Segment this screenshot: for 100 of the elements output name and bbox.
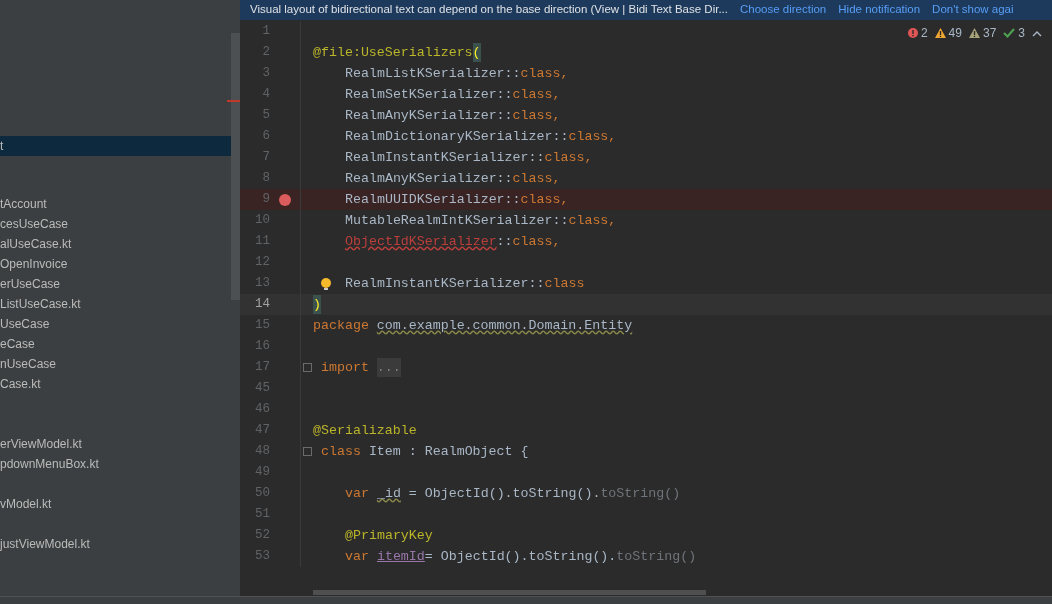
code-token: @file:UseSerializers <box>313 43 473 62</box>
line-number: 5 <box>261 107 270 125</box>
code-token: class <box>321 442 361 461</box>
line-number: 4 <box>261 86 270 104</box>
file-tree-item[interactable]: cesUseCase <box>0 214 231 234</box>
code-token: RealmSetKSerializer:: <box>345 85 513 104</box>
code-token: class <box>568 127 609 146</box>
line-number: 12 <box>254 254 270 272</box>
warning-icon <box>968 28 980 38</box>
line-number: 11 <box>254 233 270 251</box>
code-token: class <box>520 64 561 83</box>
file-tree-item[interactable]: UseCase <box>0 314 231 334</box>
inspection-count[interactable]: 49 <box>948 24 962 42</box>
code-token: class <box>520 190 561 209</box>
line-number: 7 <box>261 149 270 167</box>
code-token: , <box>552 85 561 104</box>
line-number: 9 <box>261 191 270 209</box>
code-token: , <box>584 148 593 167</box>
code-token: :: <box>496 232 513 251</box>
code-token: RealmUUIDKSerializer:: <box>345 190 521 209</box>
error-icon <box>907 28 918 38</box>
code-token: ) <box>313 294 321 315</box>
line-number: 6 <box>261 128 270 146</box>
code-token: com.example.common.Domain.Entity <box>376 316 633 335</box>
code-token: class <box>512 106 553 125</box>
line-number: 49 <box>254 464 270 482</box>
file-tree-item[interactable]: tAccount <box>0 194 231 214</box>
code-token: = ObjectId().toString(). <box>407 484 601 503</box>
inspection-count[interactable]: 2 <box>920 24 928 42</box>
line-number: 3 <box>261 65 270 83</box>
code-token: RealmInstantKSerializer:: <box>345 148 545 167</box>
code-token: @Serializable <box>313 421 417 440</box>
inspection-count[interactable]: 37 <box>982 24 997 42</box>
chevron-up-icon[interactable] <box>1032 29 1042 37</box>
line-number: 8 <box>261 170 270 188</box>
file-tree-item[interactable]: alUseCase.kt <box>0 234 231 254</box>
code-token: package <box>313 316 370 335</box>
file-tree-item[interactable]: justViewModel.kt <box>0 534 231 554</box>
code-token: RealmAnyKSerializer:: <box>345 169 513 188</box>
notification-link[interactable]: Hide notification <box>838 1 921 19</box>
scrollbar-thumb[interactable] <box>231 33 240 300</box>
code-token: @PrimaryKey <box>345 526 433 545</box>
code-token: RealmInstantKSerializer:: <box>345 274 545 293</box>
lightbulb-icon[interactable] <box>319 276 333 291</box>
code-token: , <box>608 127 617 146</box>
check-icon <box>1003 28 1016 38</box>
error-stripe-mark <box>227 100 240 102</box>
code-token: , <box>608 211 617 230</box>
fold-icon[interactable] <box>302 363 312 372</box>
file-tree-item[interactable]: erUseCase <box>0 274 231 294</box>
code-token: class <box>544 274 585 293</box>
code-token: var <box>345 547 370 566</box>
code-token: itemId <box>376 547 425 566</box>
line-number: 1 <box>261 23 270 41</box>
warning-icon <box>934 28 946 38</box>
code-token: , <box>552 169 561 188</box>
code-token: RealmListKSerializer:: <box>345 64 521 83</box>
code-token: , <box>560 64 569 83</box>
file-tree-item[interactable]: Case.kt <box>0 374 231 394</box>
notification-link[interactable]: Choose direction <box>739 1 827 19</box>
code-token: var <box>345 484 370 503</box>
line-number: 10 <box>254 212 270 230</box>
file-tree-item[interactable]: OpenInvoice <box>0 254 231 274</box>
line-number: 47 <box>254 422 270 440</box>
line-number: 17 <box>254 359 270 377</box>
file-tree-item[interactable]: t <box>0 136 231 156</box>
code-token: class <box>512 232 553 251</box>
fold-icon[interactable] <box>302 447 312 456</box>
line-number: 52 <box>254 527 270 545</box>
line-number: 53 <box>254 548 270 566</box>
code-token: ... <box>376 357 401 378</box>
horizontal-scrollbar[interactable] <box>313 590 706 595</box>
code-token: MutableRealmIntKSerializer:: <box>345 211 569 230</box>
file-tree-item[interactable]: erViewModel.kt <box>0 434 231 454</box>
line-number: 48 <box>254 443 270 461</box>
line-number: 15 <box>254 317 270 335</box>
line-number: 2 <box>261 44 270 62</box>
code-token: class <box>512 85 553 104</box>
code-token: class <box>512 169 553 188</box>
notification-link[interactable]: Don't show agai <box>932 1 1014 19</box>
file-tree-item[interactable]: ListUseCase.kt <box>0 294 231 314</box>
code-token: class <box>544 148 585 167</box>
code-token: = ObjectId().toString(). <box>424 547 617 566</box>
line-number: 50 <box>254 485 270 503</box>
code-token: ObjectIdKSerializer <box>345 232 497 251</box>
breakpoint-icon[interactable] <box>279 193 291 206</box>
code-token: import <box>321 358 370 377</box>
inspection-count[interactable]: 3 <box>1018 24 1025 42</box>
file-tree-item[interactable]: vModel.kt <box>0 494 231 514</box>
code-token: , <box>552 106 561 125</box>
file-tree-item[interactable]: eCase <box>0 334 231 354</box>
code-token: _id <box>376 484 401 503</box>
line-number: 14 <box>254 296 270 314</box>
file-tree-item[interactable]: nUseCase <box>0 354 231 374</box>
code-token: Item : RealmObject { <box>367 442 529 461</box>
file-tree-item[interactable]: pdownMenuBox.kt <box>0 454 231 474</box>
code-token: , <box>560 190 569 209</box>
line-number: 45 <box>254 380 270 398</box>
code-token: RealmDictionaryKSerializer:: <box>345 127 569 146</box>
code-token: , <box>552 232 561 251</box>
